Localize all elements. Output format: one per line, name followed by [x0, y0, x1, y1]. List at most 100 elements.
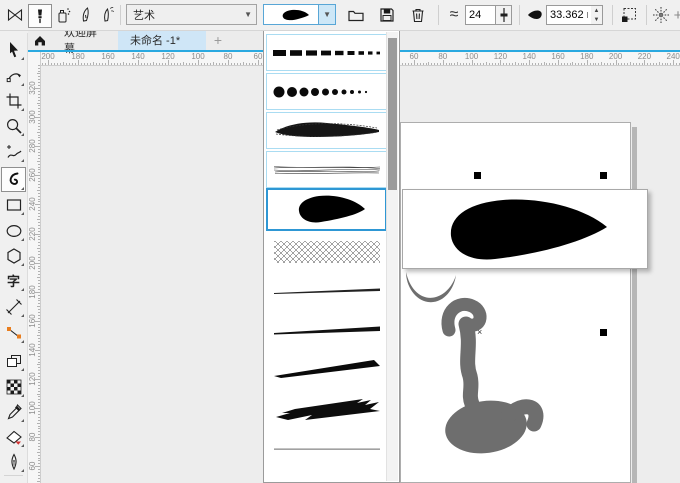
checkerboard-icon — [6, 379, 21, 394]
stroke-option-thin-taper-2[interactable] — [266, 311, 387, 348]
tool-pick[interactable] — [2, 38, 25, 61]
tool-crop[interactable] — [2, 89, 25, 112]
delete-stroke-button[interactable] — [407, 4, 429, 26]
separator — [4, 475, 23, 476]
stroke-option-crosshatch[interactable] — [266, 233, 387, 270]
round-dots-preview — [273, 86, 367, 97]
stroke-option-charcoal[interactable] — [266, 112, 387, 149]
plus-icon: + — [213, 32, 223, 48]
tool-eyedropper[interactable] — [2, 400, 25, 423]
stroke-width-spinner[interactable]: ▲ ▼ — [591, 5, 603, 25]
ruler-label: 200 — [41, 52, 55, 61]
stroke-option-square-dashes[interactable] — [266, 34, 387, 71]
selected-stroke-preview — [282, 9, 309, 20]
thin-taper-preview — [273, 288, 380, 294]
toolbox: 字 + — [0, 33, 28, 483]
scrollbar-thumb[interactable] — [388, 38, 397, 190]
tool-rectangle[interactable] — [2, 193, 25, 216]
stroke-option-rough-marker[interactable] — [266, 389, 387, 426]
polygon-icon — [6, 247, 21, 264]
magnifier-icon — [6, 118, 22, 134]
separator — [120, 5, 121, 25]
chevron-down-icon[interactable]: ▼ — [318, 5, 335, 24]
hairline-preview — [273, 448, 380, 450]
separator — [646, 5, 647, 25]
smoothing-icon: ≈ — [449, 6, 459, 23]
selection-center-marker: × — [477, 327, 483, 337]
spinner-down-icon[interactable]: ▼ — [591, 15, 602, 24]
tool-freehand[interactable] — [2, 140, 25, 163]
brush-mode-button[interactable] — [28, 4, 52, 28]
stroke-width-input[interactable] — [546, 5, 592, 25]
ruler-label: 240 — [666, 52, 680, 61]
overlapping-squares-icon — [6, 354, 21, 367]
calligraphic-mode-button[interactable] — [74, 4, 96, 26]
app-window: 艺术 ▼ ▼ ≈ 24 33.362 mm ▲ ▼ + 欢迎屏幕 未命名 -1*… — [0, 0, 680, 483]
teardrop-stroke-preview — [298, 195, 365, 223]
tab-welcome-screen[interactable]: 欢迎屏幕 — [52, 27, 118, 55]
tool-connector[interactable] — [2, 321, 25, 344]
crosshatch-preview — [273, 240, 380, 263]
tool-ellipse[interactable] — [2, 219, 25, 242]
charcoal-stroke-preview — [274, 121, 379, 137]
text-tool-glyph: 字 — [6, 274, 20, 289]
selection-handle-top-middle[interactable] — [474, 172, 481, 179]
drawn-gray-stroke-shape[interactable] — [400, 264, 640, 464]
bounding-box-icon — [622, 8, 636, 22]
stroke-option-thin-taper[interactable] — [266, 272, 387, 309]
stroke-picker-dropdown[interactable]: ▼ — [263, 4, 336, 25]
smoothing-slider-button[interactable] — [495, 5, 512, 25]
rectangle-icon — [6, 198, 21, 211]
stroke-option-teardrop-selected[interactable] — [266, 188, 387, 231]
stroke-option-sketch-lines[interactable] — [266, 151, 387, 188]
vertical-ruler[interactable]: 320 300 280 260 240 220 200 180 160 140 120 100 80 60 — [27, 52, 41, 483]
pick-arrow-icon — [9, 41, 18, 57]
selection-handle-right-middle[interactable] — [600, 329, 607, 336]
tool-shape[interactable] — [2, 64, 25, 87]
tool-mesh-fill[interactable] — [2, 375, 25, 398]
slider-handle-icon — [500, 8, 507, 22]
tool-smart-fill[interactable] — [2, 425, 25, 448]
stroke-list-dropdown — [263, 30, 400, 483]
tool-dimension[interactable] — [2, 295, 25, 318]
preset-mode-button[interactable] — [4, 4, 26, 26]
dropdown-scrollbar[interactable] — [386, 32, 398, 481]
ellipse-icon — [6, 224, 21, 237]
expression-mode-button[interactable] — [96, 4, 118, 26]
browse-button[interactable] — [345, 4, 367, 26]
stroke-option-wedge[interactable] — [266, 350, 387, 387]
square-dashes-preview — [272, 49, 380, 56]
tool-text[interactable]: 字 — [2, 269, 25, 292]
brush-icon — [38, 9, 42, 24]
calligraphic-pen-icon — [82, 7, 89, 22]
tool-zoom[interactable] — [2, 114, 25, 137]
artistic-media-curl-icon — [9, 172, 18, 185]
add-tools-button[interactable]: + — [2, 479, 25, 483]
wedge-stroke-preview — [273, 359, 380, 378]
new-tab-button[interactable]: + — [208, 30, 228, 50]
selection-handle-top-right[interactable] — [600, 172, 607, 179]
separator — [438, 5, 439, 25]
thin-taper-2-preview — [273, 326, 380, 334]
spinner-up-icon[interactable]: ▲ — [591, 6, 602, 15]
tool-outline-pen[interactable] — [2, 450, 25, 473]
quick-customize-button[interactable]: + — [667, 4, 680, 26]
stroke-option-hairline[interactable] — [266, 428, 387, 465]
home-button[interactable] — [28, 30, 50, 50]
stroke-option-round-dots[interactable] — [266, 73, 387, 110]
tool-artistic-media[interactable] — [1, 167, 26, 192]
stroke-category-dropdown[interactable]: 艺术 ▼ — [126, 4, 257, 25]
tab-label: 未命名 -1* — [130, 35, 181, 47]
home-icon — [35, 36, 45, 46]
stroke-width-icon — [524, 4, 546, 26]
smoothing-input[interactable] — [465, 5, 496, 25]
rough-marker-preview — [275, 398, 380, 420]
bounding-box-toggle-button[interactable] — [618, 4, 640, 26]
tab-untitled-1[interactable]: 未命名 -1* — [118, 30, 206, 50]
sprayer-mode-button[interactable] — [52, 4, 74, 26]
save-stroke-button[interactable] — [376, 4, 398, 26]
tool-transparency[interactable] — [2, 349, 25, 372]
crop-icon — [6, 93, 21, 108]
tool-polygon[interactable] — [2, 244, 25, 267]
shape-node-icon — [6, 72, 21, 82]
